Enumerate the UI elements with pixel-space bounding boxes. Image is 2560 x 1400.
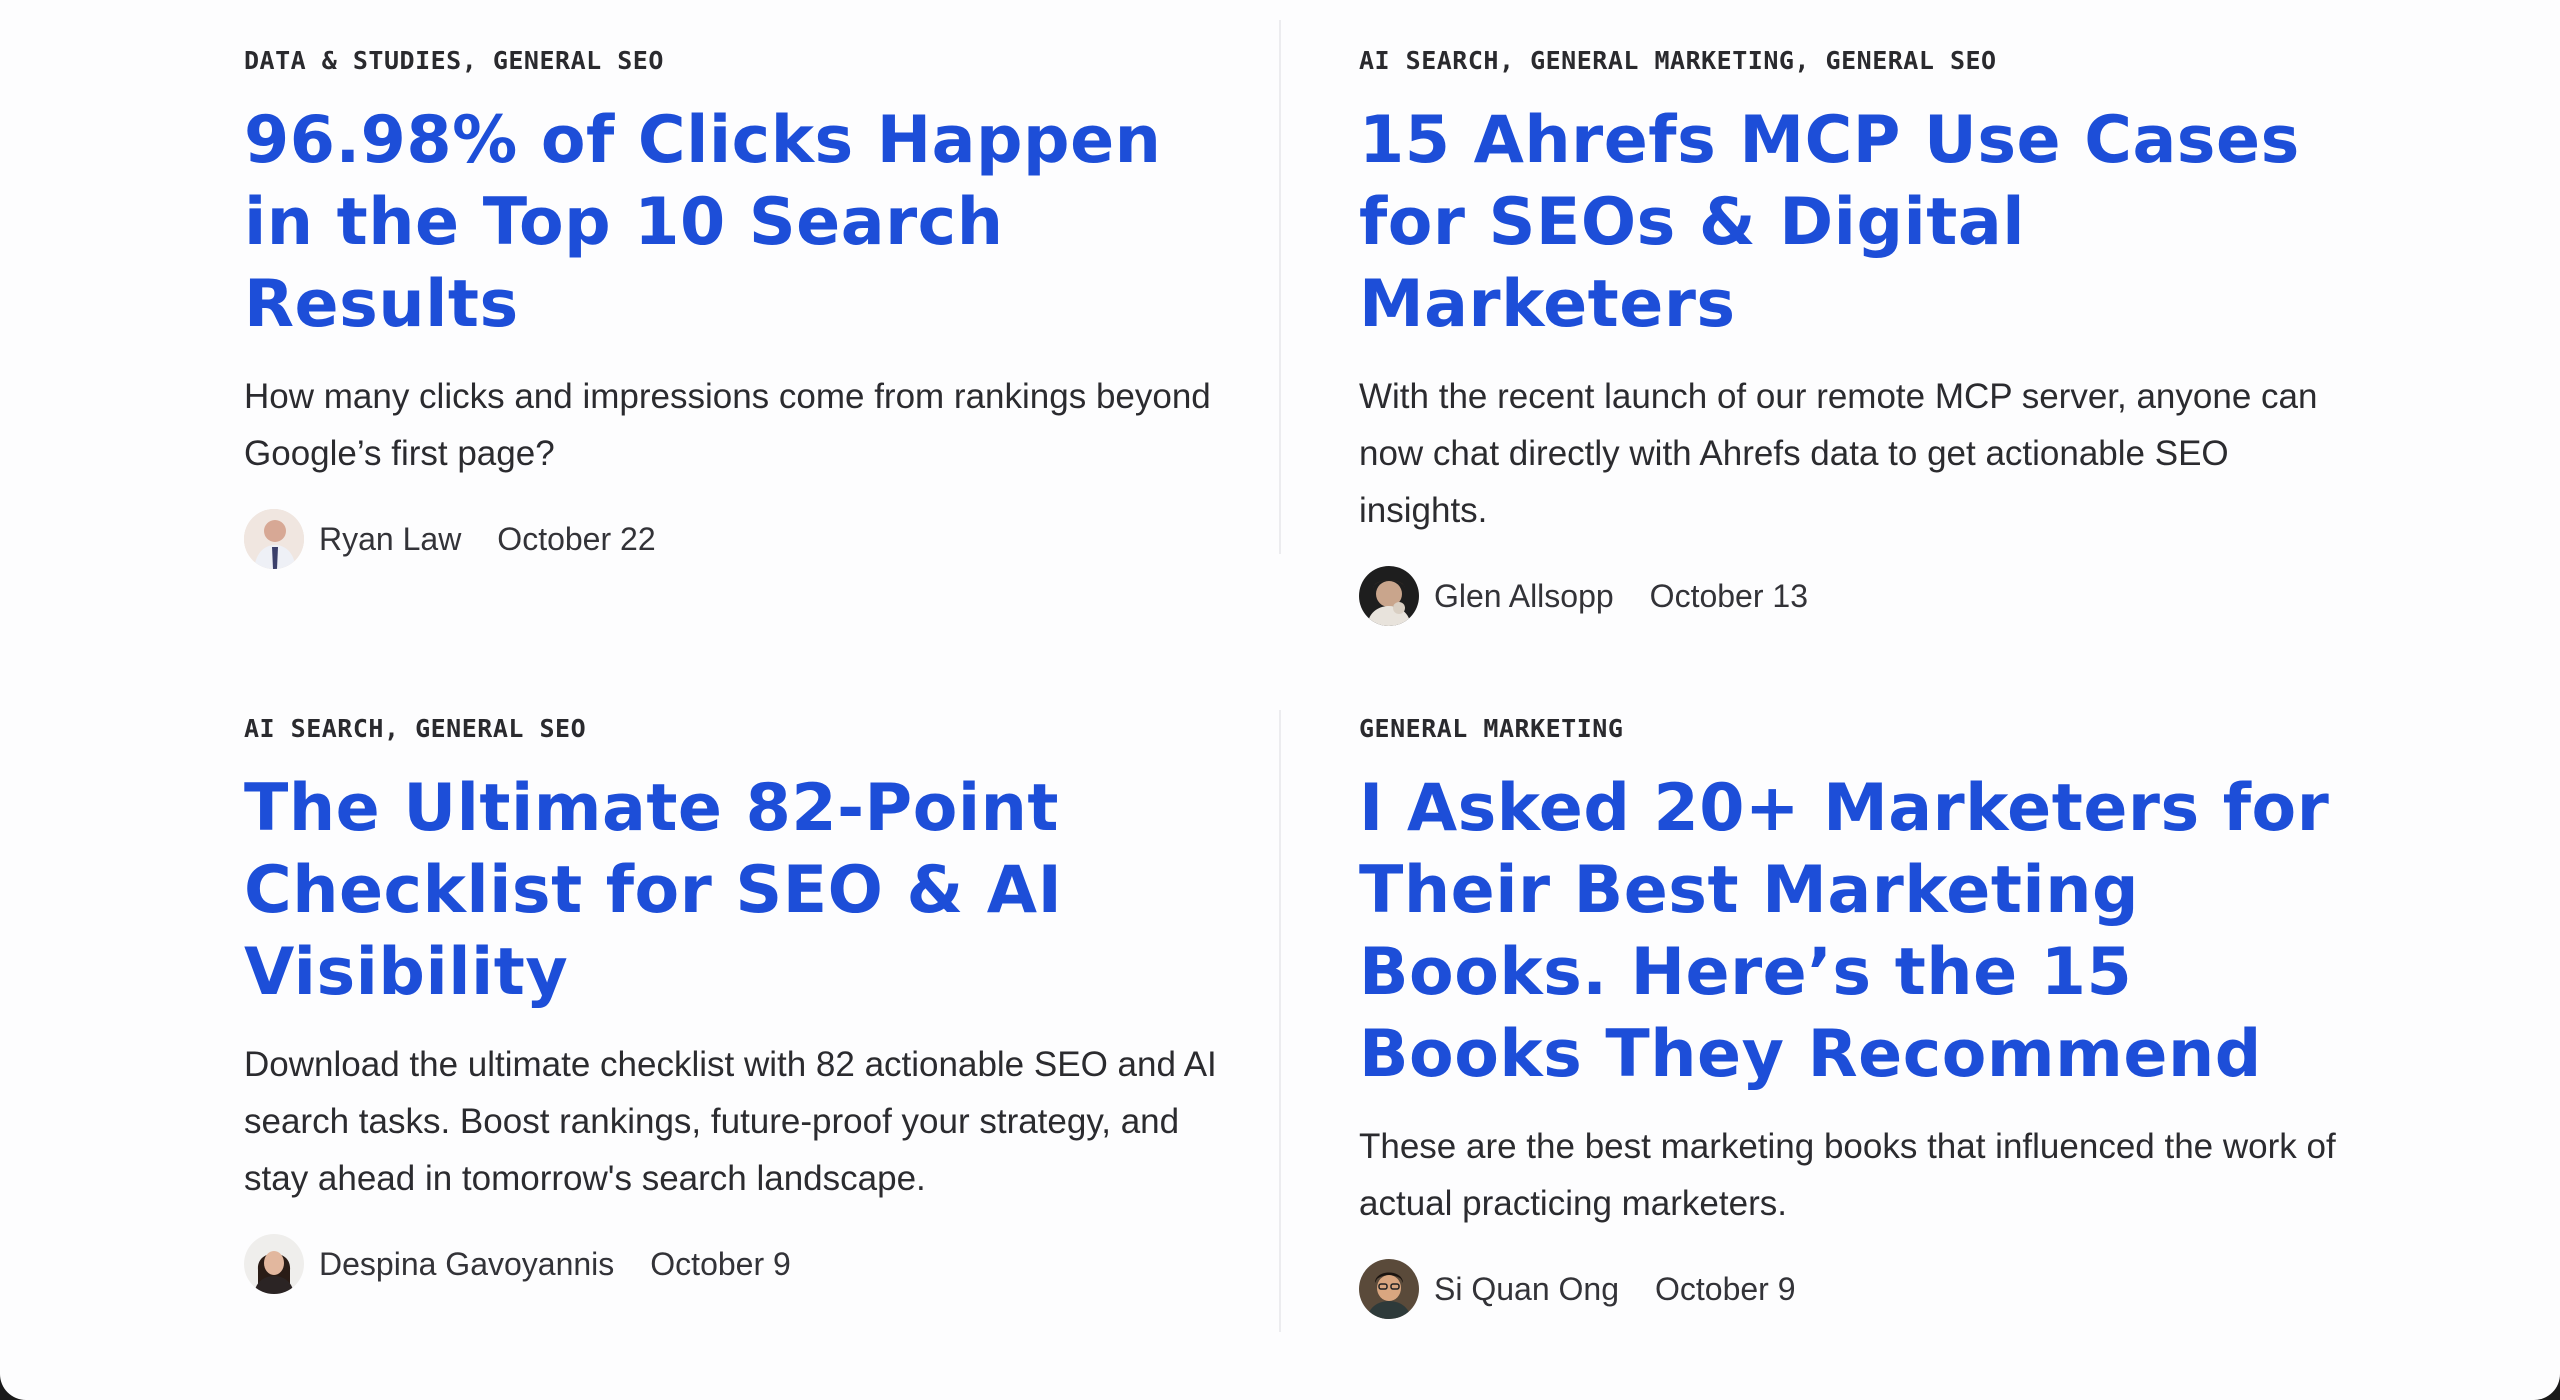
author-name-link[interactable]: Ryan Law xyxy=(319,521,461,558)
post-excerpt: How many clicks and impressions come fro… xyxy=(244,377,1211,473)
post-date: October 9 xyxy=(1655,1270,1796,1307)
post-card: GENERAL MARKETING I Asked 20+ Marketers … xyxy=(1359,714,2359,1320)
post-date: October 22 xyxy=(497,520,656,557)
author-avatar[interactable] xyxy=(244,509,304,569)
post-card: AI SEARCH, GENERAL MARKETING, GENERAL SE… xyxy=(1359,46,2359,627)
post-meta: Glen Allsopp October 13 xyxy=(1359,565,2359,627)
column-divider xyxy=(1279,20,1281,554)
post-meta: Ryan Law October 22 xyxy=(244,508,1244,570)
post-card: AI SEARCH, GENERAL SEO The Ultimate 82-P… xyxy=(244,714,1244,1295)
author-avatar[interactable] xyxy=(244,1234,304,1294)
post-categories[interactable]: AI SEARCH, GENERAL SEO xyxy=(244,714,1244,744)
post-date: October 13 xyxy=(1649,577,1808,614)
post-title-link[interactable]: 96.98% of Clicks Happen in the Top 10 Se… xyxy=(244,100,1244,346)
post-categories[interactable]: AI SEARCH, GENERAL MARKETING, GENERAL SE… xyxy=(1359,46,2359,76)
post-categories[interactable]: DATA & STUDIES, GENERAL SEO xyxy=(244,46,1244,76)
post-excerpt: Download the ultimate checklist with 82 … xyxy=(244,1045,1217,1198)
post-meta: Despina Gavoyannis October 9 xyxy=(244,1233,1244,1295)
post-title-link[interactable]: 15 Ahrefs MCP Use Cases for SEOs & Digit… xyxy=(1359,100,2359,346)
post-card: DATA & STUDIES, GENERAL SEO 96.98% of Cl… xyxy=(244,46,1244,570)
author-name-link[interactable]: Despina Gavoyannis xyxy=(319,1246,614,1283)
post-date: October 9 xyxy=(650,1245,791,1282)
author-name-link[interactable]: Si Quan Ong xyxy=(1434,1271,1619,1308)
blog-post-grid: DATA & STUDIES, GENERAL SEO 96.98% of Cl… xyxy=(0,0,2560,1400)
author-avatar[interactable] xyxy=(1359,566,1419,626)
post-excerpt: With the recent launch of our remote MCP… xyxy=(1359,377,2318,530)
post-excerpt: These are the best marketing books that … xyxy=(1359,1127,2336,1223)
post-title-link[interactable]: I Asked 20+ Marketers for Their Best Mar… xyxy=(1359,768,2359,1096)
column-divider xyxy=(1279,710,1281,1332)
author-name-link[interactable]: Glen Allsopp xyxy=(1434,578,1614,615)
author-avatar[interactable] xyxy=(1359,1259,1419,1319)
post-title-link[interactable]: The Ultimate 82-Point Checklist for SEO … xyxy=(244,768,1244,1014)
post-meta: Si Quan Ong October 9 xyxy=(1359,1258,2359,1320)
post-categories[interactable]: GENERAL MARKETING xyxy=(1359,714,2359,744)
